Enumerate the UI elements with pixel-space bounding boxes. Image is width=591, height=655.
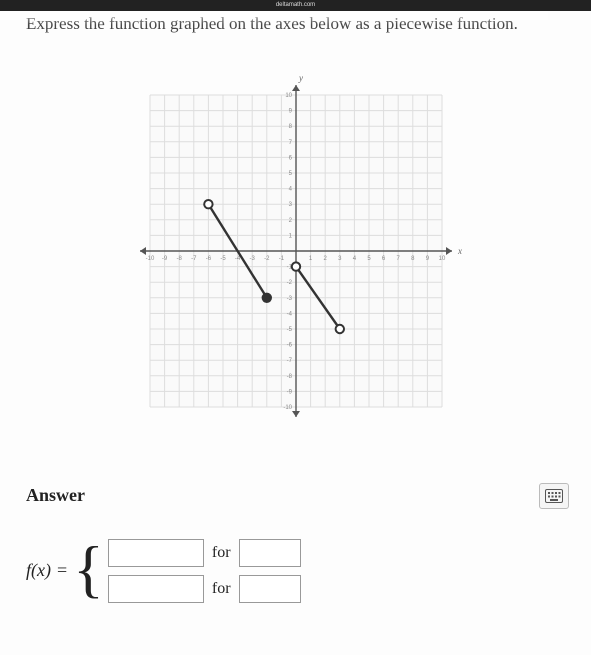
svg-text:y: y [298,73,303,83]
content-area: Express the function graphed on the axes… [0,11,591,603]
left-brace: { [73,547,104,591]
keypad-button[interactable] [539,483,569,509]
svg-text:-5: -5 [220,256,226,262]
for-label-1: for [212,544,231,562]
svg-text:-9: -9 [286,389,292,395]
piece-row-1: for [108,539,301,567]
svg-text:-5: -5 [286,327,292,333]
svg-text:-10: -10 [145,256,154,262]
svg-text:-6: -6 [205,256,211,262]
site-label: deltamath.com [276,2,315,8]
question-text: Express the function graphed on the axes… [26,11,565,37]
svg-text:-7: -7 [286,358,292,364]
answer-heading: Answer [26,485,85,506]
svg-text:-8: -8 [286,373,292,379]
svg-text:-3: -3 [286,295,292,301]
svg-text:-2: -2 [264,256,270,262]
condition-input-1[interactable] [239,539,301,567]
condition-input-2[interactable] [239,575,301,603]
svg-text:-1: -1 [278,256,284,262]
svg-text:10: 10 [438,256,445,262]
keypad-icon [545,489,563,503]
for-label-2: for [212,580,231,598]
svg-text:x: x [457,246,462,256]
expression-input-1[interactable] [108,539,204,567]
svg-text:-7: -7 [191,256,197,262]
url-bar: deltamath.com [0,0,591,11]
svg-text:-2: -2 [286,280,292,286]
svg-text:-9: -9 [161,256,167,262]
svg-text:-6: -6 [286,342,292,348]
svg-text:10: 10 [285,93,292,99]
piecewise-entry: f(x) = { for for [26,539,565,603]
pieces-column: for for [108,539,301,603]
equals-sign: = [57,560,67,581]
piece-row-2: for [108,575,301,603]
svg-text:-8: -8 [176,256,182,262]
coordinate-graph: -10-9-8-7-6-5-4-3-2-112345678910-10-9-8-… [116,61,476,441]
svg-text:-10: -10 [283,405,292,411]
fx-label: f(x) [26,560,51,581]
answer-row: Answer [26,483,565,509]
question-text-span: Express the function graphed on the axes… [26,14,518,33]
expression-input-2[interactable] [108,575,204,603]
svg-text:-4: -4 [286,311,292,317]
graph-container: -10-9-8-7-6-5-4-3-2-112345678910-10-9-8-… [26,61,565,441]
svg-text:-3: -3 [249,256,255,262]
